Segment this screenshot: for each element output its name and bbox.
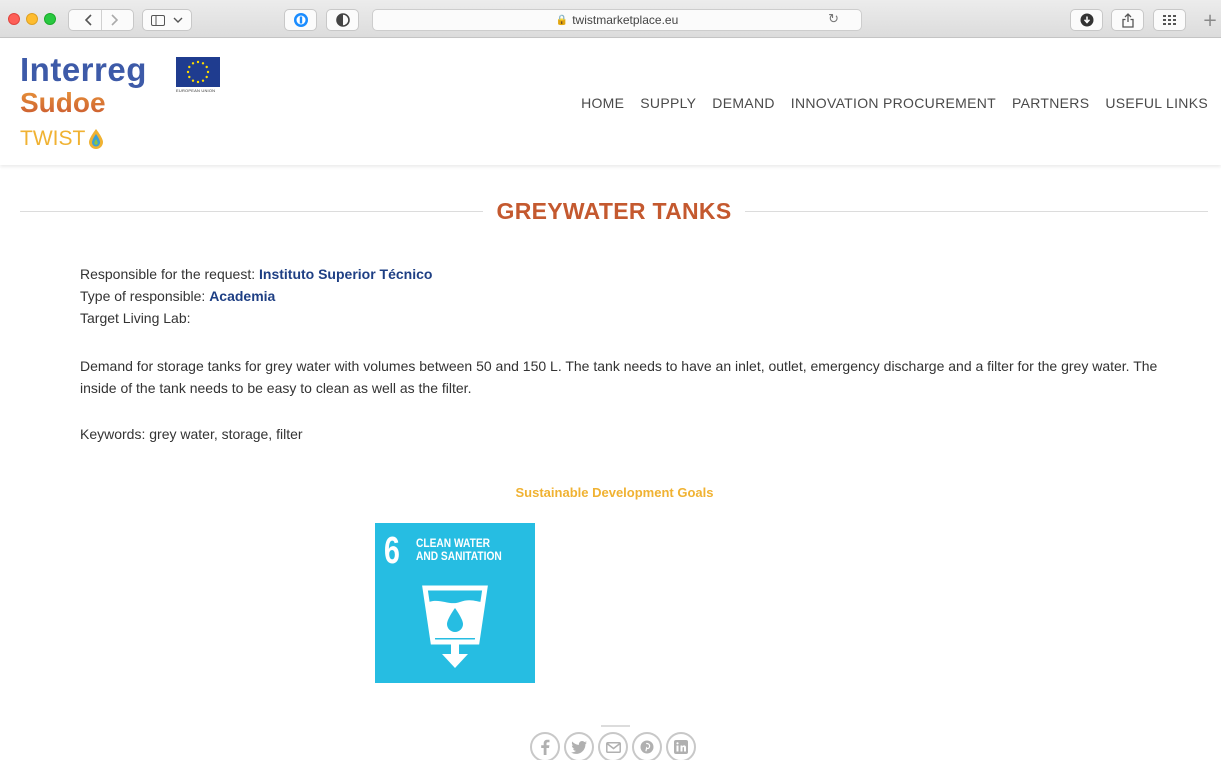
- eu-flag-icon: [176, 57, 220, 87]
- facebook-icon: [541, 739, 550, 755]
- keywords: Keywords: grey water, storage, filter: [80, 426, 303, 442]
- sdg-label-line2: AND SANITATION: [416, 549, 502, 563]
- demand-description: Demand for storage tanks for grey water …: [80, 358, 1158, 396]
- logo-sudoe-text: Sudoe: [20, 87, 106, 118]
- share-icon: [1121, 12, 1134, 28]
- nav-home[interactable]: HOME: [581, 95, 624, 111]
- site-header: Interreg EUROPEAN UNION Sudoe TWIST HOME…: [0, 39, 1221, 165]
- nav-innovation-procurement[interactable]: INNOVATION PROCUREMENT: [791, 95, 996, 111]
- logo-twist: TWIST: [20, 128, 105, 150]
- nav-partners[interactable]: PARTNERS: [1012, 95, 1089, 111]
- new-tab-button[interactable]: +: [1199, 9, 1221, 31]
- share-facebook-button[interactable]: [530, 732, 560, 760]
- password-manager-icon: [293, 13, 308, 27]
- living-lab-row: Target Living Lab:: [80, 307, 432, 329]
- page-title: GREYWATER TANKS: [496, 197, 732, 224]
- tab-overview-button[interactable]: [1153, 9, 1186, 31]
- download-icon: [1080, 13, 1093, 27]
- share-twitter-button[interactable]: [564, 732, 594, 760]
- site-logo[interactable]: Interreg EUROPEAN UNION Sudoe TWIST: [20, 53, 230, 163]
- nav-demand[interactable]: DEMAND: [712, 95, 774, 111]
- sdg-label: CLEAN WATER AND SANITATION: [416, 537, 510, 563]
- eu-caption: EUROPEAN UNION: [176, 88, 216, 93]
- sdg-number: 6: [384, 530, 400, 572]
- sidebar-icon: [151, 14, 165, 26]
- share-linkedin-button[interactable]: [666, 732, 696, 760]
- living-lab-label: Target Living Lab:: [80, 310, 191, 326]
- downloads-button[interactable]: [1070, 9, 1103, 31]
- browser-toolbar: 🔒 twistmarketplace.eu ↻ +: [0, 0, 1221, 38]
- type-row: Type of responsible: Academia: [80, 285, 432, 307]
- title-divider-left: [20, 210, 483, 212]
- share-divider: [601, 725, 630, 727]
- logo-twist-text: TWIST: [20, 127, 86, 150]
- sdg-heading: Sustainable Development Goals: [515, 485, 714, 500]
- pinterest-icon: [640, 740, 654, 754]
- responsible-value[interactable]: Instituto Superior Técnico: [259, 266, 432, 282]
- nav-supply[interactable]: SUPPLY: [640, 95, 696, 111]
- share-email-button[interactable]: [598, 732, 628, 760]
- shield-icon: [335, 13, 350, 27]
- share-buttons: [530, 732, 696, 760]
- password-extension-button[interactable]: [284, 9, 317, 31]
- reload-icon[interactable]: ↻: [828, 12, 839, 27]
- back-forward-group: [68, 9, 134, 31]
- responsible-label: Responsible for the request:: [80, 266, 256, 282]
- grid-icon: [1162, 15, 1176, 25]
- share-sheet-button[interactable]: [1111, 9, 1144, 31]
- main-navigation: HOME SUPPLY DEMAND INNOVATION PROCUREMEN…: [581, 95, 1208, 111]
- address-url: twistmarketplace.eu: [572, 13, 679, 27]
- lock-icon: 🔒: [555, 14, 569, 26]
- zoom-window-button[interactable]: [44, 13, 56, 25]
- nav-useful-links[interactable]: USEFUL LINKS: [1105, 95, 1208, 111]
- sdg-6-tile[interactable]: 6 CLEAN WATER AND SANITATION: [375, 523, 535, 683]
- title-divider-right: [745, 210, 1208, 212]
- envelope-icon: [605, 741, 621, 753]
- request-details: Responsible for the request: Instituto S…: [80, 263, 432, 329]
- minimize-window-button[interactable]: [26, 13, 38, 25]
- forward-button[interactable]: [102, 10, 126, 30]
- address-bar[interactable]: 🔒 twistmarketplace.eu ↻: [372, 9, 862, 31]
- type-value[interactable]: Academia: [209, 288, 275, 304]
- back-button[interactable]: [77, 10, 101, 30]
- privacy-extension-button[interactable]: [326, 9, 359, 31]
- sidebar-toggle-button[interactable]: [142, 9, 192, 31]
- responsible-row: Responsible for the request: Instituto S…: [80, 263, 432, 285]
- water-drop-icon: [89, 129, 104, 149]
- logo-interreg-text: Interreg: [20, 51, 147, 88]
- linkedin-icon: [674, 740, 688, 754]
- share-pinterest-button[interactable]: [632, 732, 662, 760]
- type-label: Type of responsible:: [80, 288, 206, 304]
- twitter-icon: [571, 740, 587, 754]
- water-glass-icon: [422, 585, 488, 668]
- chevron-down-icon: [173, 17, 183, 23]
- chevron-right-icon: [110, 14, 118, 26]
- page-title-row: GREYWATER TANKS: [20, 196, 1208, 226]
- close-window-button[interactable]: [8, 13, 20, 25]
- chevron-left-icon: [84, 14, 92, 26]
